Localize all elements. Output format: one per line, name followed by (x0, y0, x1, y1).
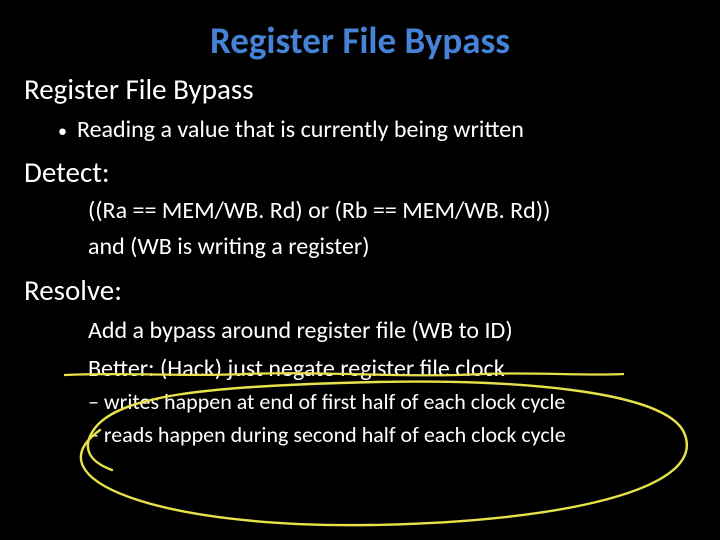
slide: Register File Bypass Register File Bypas… (0, 0, 720, 540)
bullet-text: Reading a value that is currently being … (77, 115, 524, 144)
strikethrough-annotation (64, 367, 624, 386)
detect-expression-line2: and (WB is writing a register) (88, 232, 696, 262)
resolve-line1: Add a bypass around register file (WB to… (88, 316, 696, 346)
slide-title: Register File Bypass (24, 18, 696, 63)
bullet-icon: • (58, 122, 67, 140)
detect-expression-line1: ((Ra == MEM/WB. Rd) or (Rb == MEM/WB. Rd… (88, 196, 696, 226)
detect-heading: Detect: (24, 154, 696, 190)
subtitle: Register File Bypass (24, 71, 696, 107)
resolve-sublist-item2: – reads happen during second half of eac… (88, 421, 696, 450)
resolve-heading: Resolve: (24, 272, 696, 308)
resolve-sublist-item1: – writes happen at end of first half of … (88, 388, 696, 417)
bullet-item: • Reading a value that is currently being… (58, 115, 696, 144)
